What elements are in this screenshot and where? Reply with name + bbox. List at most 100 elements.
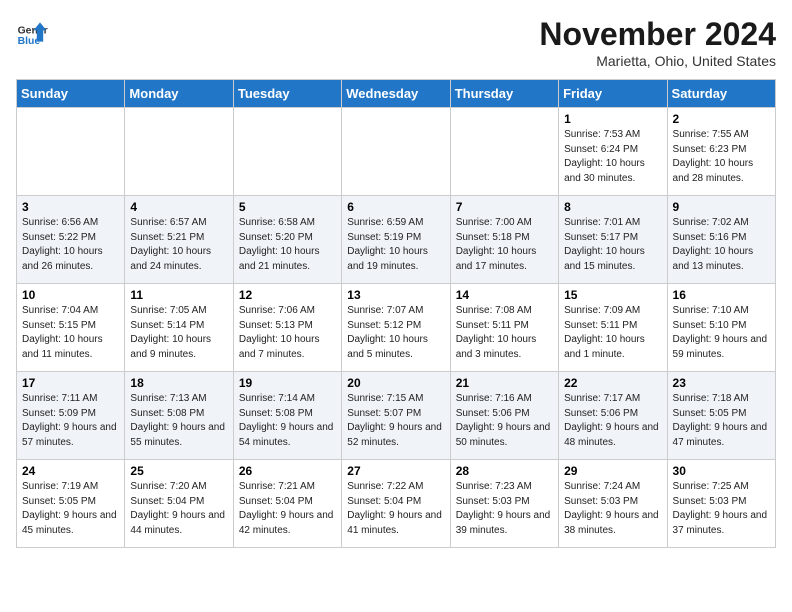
calendar-cell: 30 Sunrise: 7:25 AM Sunset: 5:03 PM Dayli… bbox=[667, 460, 775, 548]
day-header-friday: Friday bbox=[559, 80, 667, 108]
cell-info: Sunrise: 7:10 AM Sunset: 5:10 PM Dayligh… bbox=[673, 304, 770, 362]
day-number: 9 bbox=[673, 200, 770, 214]
cell-info: Sunrise: 7:15 AM Sunset: 5:07 PM Dayligh… bbox=[347, 392, 444, 450]
day-number: 14 bbox=[456, 288, 553, 302]
cell-info: Sunrise: 7:18 AM Sunset: 5:05 PM Dayligh… bbox=[673, 392, 770, 450]
cell-info: Sunrise: 7:00 AM Sunset: 5:18 PM Dayligh… bbox=[456, 216, 553, 274]
calendar-cell: 13 Sunrise: 7:07 AM Sunset: 5:12 PM Dayli… bbox=[342, 284, 450, 372]
day-number: 19 bbox=[239, 376, 336, 390]
day-header-thursday: Thursday bbox=[450, 80, 558, 108]
cell-info: Sunrise: 7:09 AM Sunset: 5:11 PM Dayligh… bbox=[564, 304, 661, 362]
day-number: 21 bbox=[456, 376, 553, 390]
day-number: 26 bbox=[239, 464, 336, 478]
day-header-sunday: Sunday bbox=[17, 80, 125, 108]
calendar-cell bbox=[233, 108, 341, 196]
calendar-cell: 15 Sunrise: 7:09 AM Sunset: 5:11 PM Dayli… bbox=[559, 284, 667, 372]
cell-info: Sunrise: 7:21 AM Sunset: 5:04 PM Dayligh… bbox=[239, 480, 336, 538]
cell-info: Sunrise: 7:05 AM Sunset: 5:14 PM Dayligh… bbox=[130, 304, 227, 362]
calendar-cell: 14 Sunrise: 7:08 AM Sunset: 5:11 PM Dayli… bbox=[450, 284, 558, 372]
logo-icon: General Blue bbox=[16, 16, 48, 48]
calendar-cell bbox=[125, 108, 233, 196]
day-number: 25 bbox=[130, 464, 227, 478]
day-header-monday: Monday bbox=[125, 80, 233, 108]
week-row-2: 3 Sunrise: 6:56 AM Sunset: 5:22 PM Daylig… bbox=[17, 196, 776, 284]
day-number: 3 bbox=[22, 200, 119, 214]
calendar-cell: 25 Sunrise: 7:20 AM Sunset: 5:04 PM Dayli… bbox=[125, 460, 233, 548]
calendar-cell: 21Sunrise: 7:16 AM Sunset: 5:06 PM Dayli… bbox=[450, 372, 558, 460]
cell-info: Sunrise: 7:19 AM Sunset: 5:05 PM Dayligh… bbox=[22, 480, 119, 538]
calendar-cell: 6 Sunrise: 6:59 AM Sunset: 5:19 PM Daylig… bbox=[342, 196, 450, 284]
calendar-cell bbox=[17, 108, 125, 196]
day-number: 13 bbox=[347, 288, 444, 302]
calendar-cell: 1 Sunrise: 7:53 AM Sunset: 6:24 PM Daylig… bbox=[559, 108, 667, 196]
cell-info: Sunrise: 6:56 AM Sunset: 5:22 PM Dayligh… bbox=[22, 216, 119, 274]
cell-info: Sunrise: 7:07 AM Sunset: 5:12 PM Dayligh… bbox=[347, 304, 444, 362]
day-number: 23 bbox=[673, 376, 770, 390]
cell-info: Sunrise: 7:11 AM Sunset: 5:09 PM Dayligh… bbox=[22, 392, 119, 450]
calendar-cell: 29 Sunrise: 7:24 AM Sunset: 5:03 PM Dayli… bbox=[559, 460, 667, 548]
cell-info: Sunrise: 7:13 AM Sunset: 5:08 PM Dayligh… bbox=[130, 392, 227, 450]
calendar-cell: 3 Sunrise: 6:56 AM Sunset: 5:22 PM Daylig… bbox=[17, 196, 125, 284]
day-number: 29 bbox=[564, 464, 661, 478]
logo: General Blue bbox=[16, 16, 48, 48]
day-number: 8 bbox=[564, 200, 661, 214]
day-header-wednesday: Wednesday bbox=[342, 80, 450, 108]
calendar-cell: 7 Sunrise: 7:00 AM Sunset: 5:18 PM Daylig… bbox=[450, 196, 558, 284]
day-number: 4 bbox=[130, 200, 227, 214]
cell-info: Sunrise: 7:02 AM Sunset: 5:16 PM Dayligh… bbox=[673, 216, 770, 274]
calendar-cell: 5 Sunrise: 6:58 AM Sunset: 5:20 PM Daylig… bbox=[233, 196, 341, 284]
cell-info: Sunrise: 7:08 AM Sunset: 5:11 PM Dayligh… bbox=[456, 304, 553, 362]
cell-info: Sunrise: 7:22 AM Sunset: 5:04 PM Dayligh… bbox=[347, 480, 444, 538]
cell-info: Sunrise: 6:59 AM Sunset: 5:19 PM Dayligh… bbox=[347, 216, 444, 274]
cell-info: Sunrise: 7:23 AM Sunset: 5:03 PM Dayligh… bbox=[456, 480, 553, 538]
cell-info: Sunrise: 7:24 AM Sunset: 5:03 PM Dayligh… bbox=[564, 480, 661, 538]
day-number: 15 bbox=[564, 288, 661, 302]
calendar-cell: 17Sunrise: 7:11 AM Sunset: 5:09 PM Dayli… bbox=[17, 372, 125, 460]
calendar-cell: 26 Sunrise: 7:21 AM Sunset: 5:04 PM Dayli… bbox=[233, 460, 341, 548]
day-number: 24 bbox=[22, 464, 119, 478]
calendar-cell: 23 Sunrise: 7:18 AM Sunset: 5:05 PM Dayli… bbox=[667, 372, 775, 460]
calendar-cell: 9 Sunrise: 7:02 AM Sunset: 5:16 PM Daylig… bbox=[667, 196, 775, 284]
calendar-cell: 8 Sunrise: 7:01 AM Sunset: 5:17 PM Daylig… bbox=[559, 196, 667, 284]
week-row-5: 24 Sunrise: 7:19 AM Sunset: 5:05 PM Dayli… bbox=[17, 460, 776, 548]
week-row-4: 17Sunrise: 7:11 AM Sunset: 5:09 PM Dayli… bbox=[17, 372, 776, 460]
title-area: November 2024 Marietta, Ohio, United Sta… bbox=[539, 16, 776, 69]
day-number: 30 bbox=[673, 464, 770, 478]
day-number: 11 bbox=[130, 288, 227, 302]
cell-info: Sunrise: 7:20 AM Sunset: 5:04 PM Dayligh… bbox=[130, 480, 227, 538]
calendar-cell: 28 Sunrise: 7:23 AM Sunset: 5:03 PM Dayli… bbox=[450, 460, 558, 548]
day-number: 7 bbox=[456, 200, 553, 214]
cell-info: Sunrise: 7:04 AM Sunset: 5:15 PM Dayligh… bbox=[22, 304, 119, 362]
location: Marietta, Ohio, United States bbox=[539, 53, 776, 69]
day-number: 27 bbox=[347, 464, 444, 478]
cell-info: Sunrise: 7:01 AM Sunset: 5:17 PM Dayligh… bbox=[564, 216, 661, 274]
header: General Blue November 2024 Marietta, Ohi… bbox=[16, 16, 776, 69]
day-number: 2 bbox=[673, 112, 770, 126]
cell-info: Sunrise: 7:06 AM Sunset: 5:13 PM Dayligh… bbox=[239, 304, 336, 362]
calendar-cell: 12Sunrise: 7:06 AM Sunset: 5:13 PM Dayli… bbox=[233, 284, 341, 372]
calendar-cell: 27 Sunrise: 7:22 AM Sunset: 5:04 PM Dayli… bbox=[342, 460, 450, 548]
cell-info: Sunrise: 6:57 AM Sunset: 5:21 PM Dayligh… bbox=[130, 216, 227, 274]
cell-info: Sunrise: 7:55 AM Sunset: 6:23 PM Dayligh… bbox=[673, 128, 770, 186]
day-number: 18 bbox=[130, 376, 227, 390]
day-number: 22 bbox=[564, 376, 661, 390]
month-title: November 2024 bbox=[539, 16, 776, 53]
cell-info: Sunrise: 6:58 AM Sunset: 5:20 PM Dayligh… bbox=[239, 216, 336, 274]
calendar-cell: 16 Sunrise: 7:10 AM Sunset: 5:10 PM Dayli… bbox=[667, 284, 775, 372]
day-number: 10 bbox=[22, 288, 119, 302]
day-number: 5 bbox=[239, 200, 336, 214]
day-header-tuesday: Tuesday bbox=[233, 80, 341, 108]
day-number: 1 bbox=[564, 112, 661, 126]
calendar-cell: 11 Sunrise: 7:05 AM Sunset: 5:14 PM Dayli… bbox=[125, 284, 233, 372]
calendar-cell: 4 Sunrise: 6:57 AM Sunset: 5:21 PM Daylig… bbox=[125, 196, 233, 284]
day-number: 6 bbox=[347, 200, 444, 214]
cell-info: Sunrise: 7:25 AM Sunset: 5:03 PM Dayligh… bbox=[673, 480, 770, 538]
cell-info: Sunrise: 7:53 AM Sunset: 6:24 PM Dayligh… bbox=[564, 128, 661, 186]
calendar-cell: 22Sunrise: 7:17 AM Sunset: 5:06 PM Dayli… bbox=[559, 372, 667, 460]
day-number: 28 bbox=[456, 464, 553, 478]
day-number: 16 bbox=[673, 288, 770, 302]
calendar-cell: 20Sunrise: 7:15 AM Sunset: 5:07 PM Dayli… bbox=[342, 372, 450, 460]
calendar-table: SundayMondayTuesdayWednesdayThursdayFrid… bbox=[16, 79, 776, 548]
calendar-cell bbox=[450, 108, 558, 196]
cell-info: Sunrise: 7:14 AM Sunset: 5:08 PM Dayligh… bbox=[239, 392, 336, 450]
